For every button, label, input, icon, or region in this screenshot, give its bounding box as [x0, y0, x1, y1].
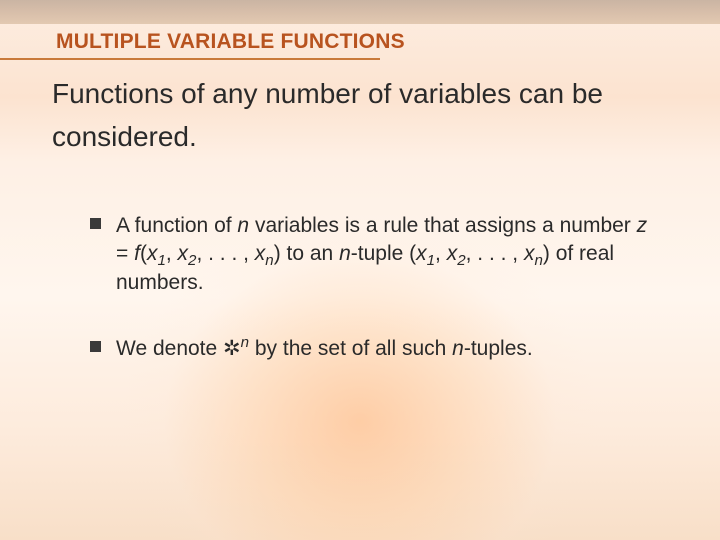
var-x: x [255, 242, 266, 265]
text: by the set of all such [249, 337, 452, 360]
text: , . . . , [466, 242, 524, 265]
text: -tuples. [464, 337, 533, 360]
var-n: n [339, 242, 351, 265]
var-x: x [447, 242, 458, 265]
text: , . . . , [196, 242, 254, 265]
sub: n [265, 253, 273, 270]
text: , [435, 242, 447, 265]
section-heading: MULTIPLE VARIABLE FUNCTIONS [56, 30, 405, 54]
text: = [116, 242, 134, 265]
sub: 1 [427, 253, 435, 270]
text: We denote [116, 337, 223, 360]
var-x: x [147, 242, 158, 265]
text: ( [140, 242, 147, 265]
heading-underline [0, 58, 380, 60]
text: A function of [116, 214, 237, 237]
sub: 2 [457, 253, 465, 270]
text: variables is a rule that assigns a numbe… [249, 214, 637, 237]
var-z: z [637, 214, 648, 237]
bullet-item-1: A function of n variables is a rule that… [90, 212, 660, 297]
intro-text: Functions of any number of variables can… [52, 72, 660, 159]
sup-n: n [241, 334, 249, 351]
var-n: n [237, 214, 249, 237]
slide-top-bar [0, 0, 720, 24]
sub: n [534, 253, 542, 270]
text: ) to an [274, 242, 339, 265]
text: -tuple ( [351, 242, 416, 265]
sub: 1 [157, 253, 165, 270]
var-x: x [524, 242, 535, 265]
bullet-item-2: We denote ✲n by the set of all such n-tu… [90, 335, 660, 363]
var-n: n [452, 337, 464, 360]
bullet-list: A function of n variables is a rule that… [90, 212, 660, 401]
var-x: x [178, 242, 189, 265]
var-x: x [416, 242, 427, 265]
real-symbol: ✲ [223, 337, 241, 360]
text: , [166, 242, 178, 265]
